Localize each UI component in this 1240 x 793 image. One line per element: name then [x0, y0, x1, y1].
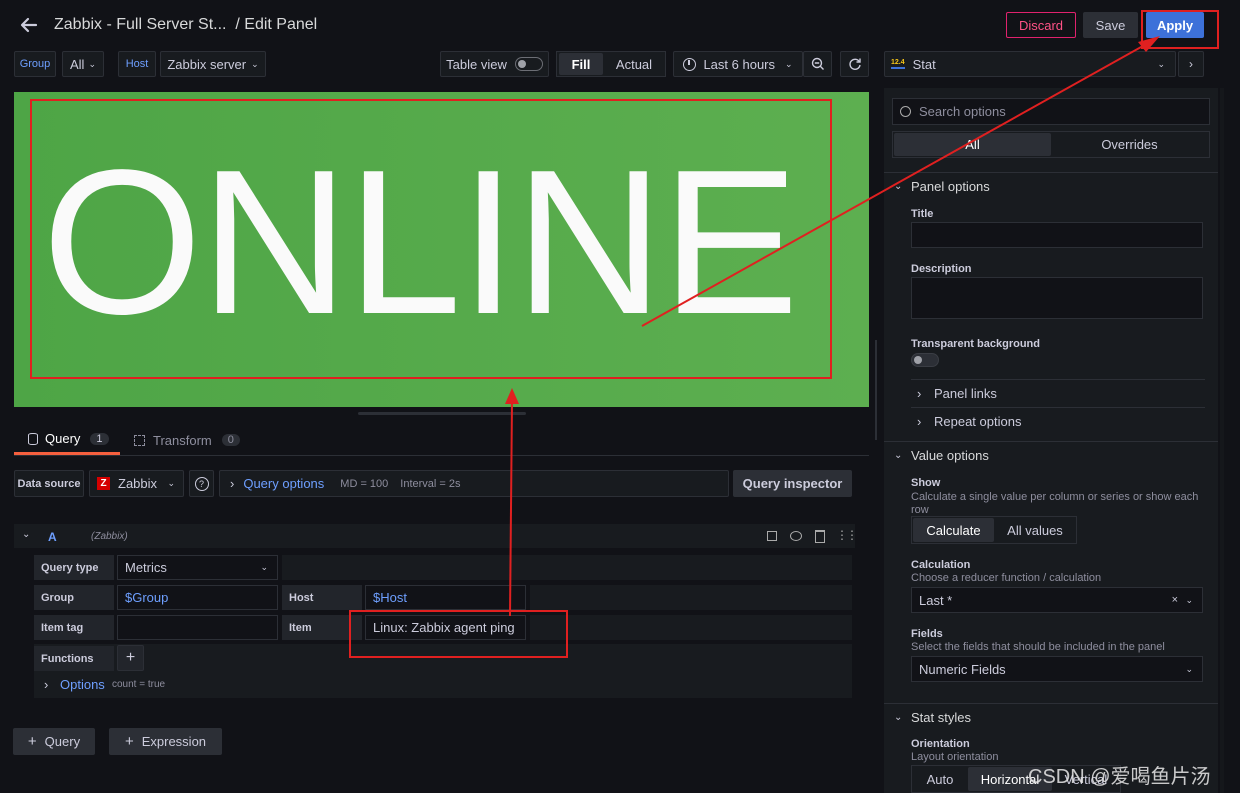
watermark: CSDN @爱喝鱼片汤 — [1028, 766, 1211, 788]
annotation-arrows — [505, 36, 1160, 617]
